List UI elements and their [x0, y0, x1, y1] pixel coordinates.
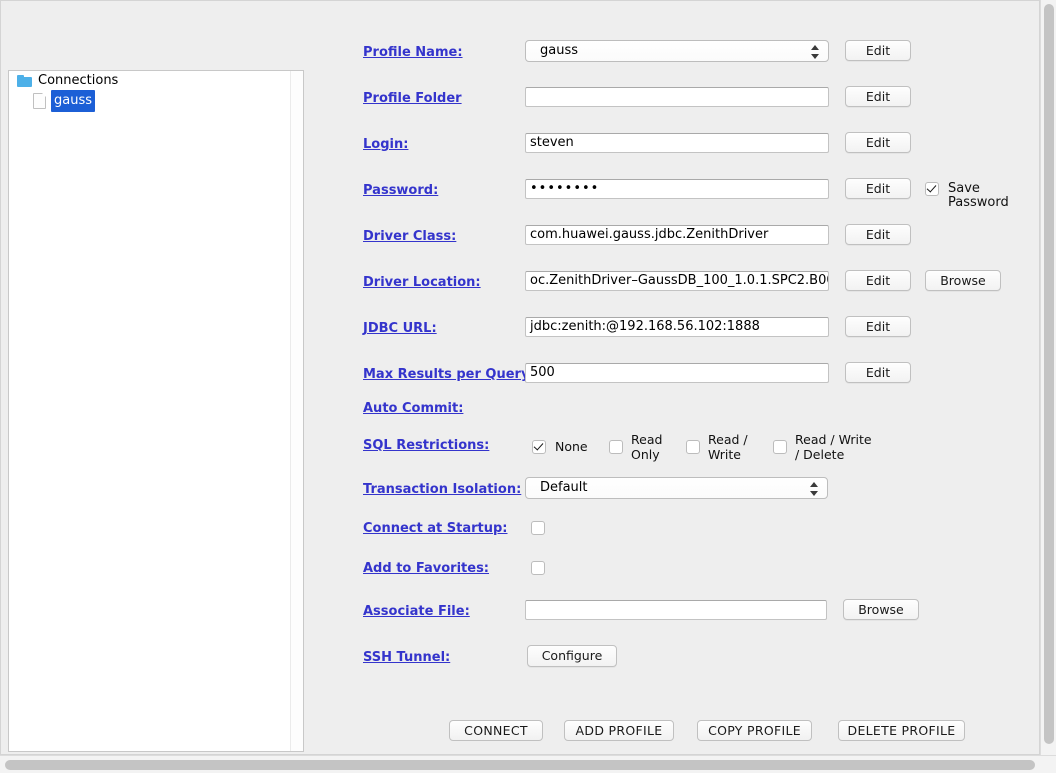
save-password-checkbox[interactable]: [925, 182, 939, 196]
jdbc-url-input[interactable]: jdbc:zenith:@192.168.56.102:1888: [525, 317, 829, 337]
label-profile-folder[interactable]: Profile Folder: [363, 91, 462, 106]
driver-class-input[interactable]: com.huawei.gauss.jdbc.ZenithDriver: [525, 225, 829, 245]
file-icon: [33, 93, 46, 109]
delete-profile-button[interactable]: DELETE PROFILE: [838, 720, 965, 741]
label-profile-name[interactable]: Profile Name:: [363, 45, 463, 60]
sql-restriction-read-only-checkbox[interactable]: [609, 440, 623, 454]
window-horizontal-scrollbar[interactable]: [0, 755, 1056, 773]
tree-vertical-scrollbar[interactable]: [290, 71, 303, 751]
label-max-results[interactable]: Max Results per Query: [363, 367, 529, 382]
sql-restriction-read-write-label: Read / Write: [708, 432, 748, 462]
label-transaction-isolation[interactable]: Transaction Isolation:: [363, 482, 521, 497]
sql-restriction-read-write-checkbox[interactable]: [686, 440, 700, 454]
profile-name-value: gauss: [540, 43, 579, 58]
chevron-updown-icon: [810, 481, 819, 497]
max-results-input[interactable]: 500: [525, 363, 829, 383]
transaction-isolation-value: Default: [540, 480, 588, 495]
add-to-favorites-checkbox[interactable]: [531, 561, 545, 575]
driver-location-input[interactable]: oc.ZenithDriver–GaussDB_100_1.0.1.SPC2.B…: [525, 271, 829, 291]
edit-driver-location-button[interactable]: Edit: [845, 270, 911, 291]
edit-driver-class-button[interactable]: Edit: [845, 224, 911, 245]
label-jdbc-url[interactable]: JDBC URL:: [363, 321, 437, 336]
label-ssh-tunnel[interactable]: SSH Tunnel:: [363, 650, 450, 665]
profile-name-combo[interactable]: gauss: [525, 40, 829, 62]
connections-tree-panel[interactable]: Connections gauss: [8, 70, 304, 752]
label-driver-class[interactable]: Driver Class:: [363, 229, 456, 244]
vertical-scrollbar-thumb[interactable]: [1044, 4, 1054, 744]
login-input[interactable]: steven: [525, 133, 829, 153]
label-associate-file[interactable]: Associate File:: [363, 604, 470, 619]
edit-profile-name-button[interactable]: Edit: [845, 40, 911, 61]
label-auto-commit[interactable]: Auto Commit:: [363, 401, 463, 416]
edit-max-results-button[interactable]: Edit: [845, 362, 911, 383]
window-vertical-scrollbar[interactable]: [1040, 0, 1056, 755]
browse-driver-location-button[interactable]: Browse: [925, 270, 1001, 291]
horizontal-scrollbar-thumb[interactable]: [5, 760, 1035, 770]
edit-profile-folder-button[interactable]: Edit: [845, 86, 911, 107]
label-login[interactable]: Login:: [363, 137, 408, 152]
transaction-isolation-combo[interactable]: Default: [525, 477, 828, 499]
chevron-updown-icon: [811, 44, 820, 60]
label-sql-restrictions[interactable]: SQL Restrictions:: [363, 438, 489, 453]
profile-folder-input[interactable]: [525, 87, 829, 107]
connect-button[interactable]: CONNECT: [449, 720, 543, 741]
save-password-label: Save Password: [948, 182, 1009, 210]
edit-jdbc-url-button[interactable]: Edit: [845, 316, 911, 337]
label-driver-location[interactable]: Driver Location:: [363, 275, 481, 290]
tree-node-gauss[interactable]: gauss: [9, 90, 290, 112]
tree-node-connections[interactable]: Connections: [9, 71, 290, 91]
sql-restriction-read-write-delete-checkbox[interactable]: [773, 440, 787, 454]
tree-content: Connections gauss: [9, 71, 290, 751]
sql-restriction-read-write-delete-label: Read / Write / Delete: [795, 432, 872, 462]
tree-node-gauss-label: gauss: [51, 90, 96, 112]
associate-file-input[interactable]: [525, 600, 827, 620]
profile-form: Profile Name: gauss Edit Profile Folder …: [305, 0, 1040, 753]
sql-restriction-none-checkbox[interactable]: [532, 440, 546, 454]
sql-restriction-none-label: None: [555, 439, 588, 454]
edit-login-button[interactable]: Edit: [845, 132, 911, 153]
add-profile-button[interactable]: ADD PROFILE: [564, 720, 674, 741]
connect-at-startup-checkbox[interactable]: [531, 521, 545, 535]
label-connect-at-startup[interactable]: Connect at Startup:: [363, 521, 508, 536]
folder-icon: [17, 75, 32, 87]
label-add-to-favorites[interactable]: Add to Favorites:: [363, 561, 489, 576]
configure-ssh-tunnel-button[interactable]: Configure: [527, 645, 617, 667]
edit-password-button[interactable]: Edit: [845, 178, 911, 199]
application-window: Connections gauss Profile Name: gauss Ed…: [0, 0, 1056, 773]
browse-associate-file-button[interactable]: Browse: [843, 599, 919, 620]
copy-profile-button[interactable]: COPY PROFILE: [697, 720, 812, 741]
tree-node-connections-label: Connections: [38, 73, 119, 88]
sql-restriction-read-only-label: Read Only: [631, 432, 663, 462]
password-input[interactable]: ••••••••: [525, 179, 829, 199]
label-password[interactable]: Password:: [363, 183, 438, 198]
